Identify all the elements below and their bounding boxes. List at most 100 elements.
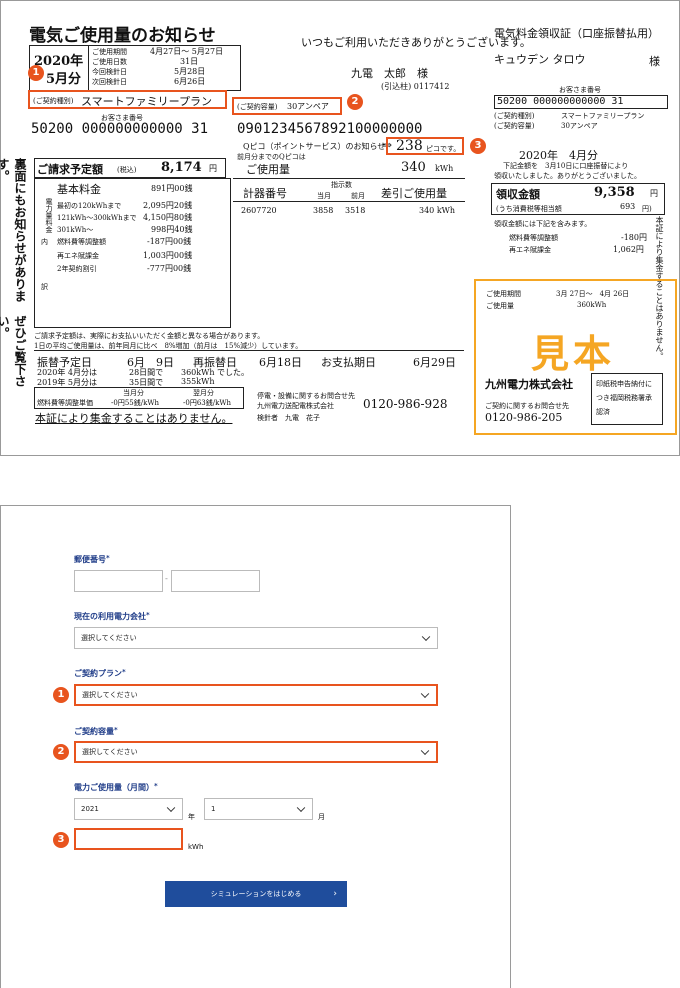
meter-header: 計器番号 — [243, 187, 287, 200]
receipt-custno-label: お客さま番号 — [559, 86, 601, 94]
receipt-renew: 1,062円 — [613, 245, 644, 254]
postal-code-second-input[interactable] — [171, 570, 260, 592]
customer-name: 九電 太郎 様 — [351, 67, 428, 80]
plan-label: ご契約プラン* — [74, 668, 126, 678]
breakdown-value: 2,095円20銭 — [143, 201, 193, 210]
receipt-cap: 30アンペア — [561, 122, 598, 130]
period-label: ご使用期間 — [92, 48, 127, 56]
fuel-table: 当月分 翌月分 燃料費等調整単価 -0円55銭/kWh -0円63銭/kWh — [34, 387, 244, 409]
bill-image: 電気ご使用量のお知らせ いつもご利用いただきありがとうございます。 2020年 … — [0, 0, 680, 456]
breakdown-label: 301kWh～ — [57, 226, 94, 234]
meter-header: 前月 — [351, 192, 365, 200]
breakdown-value: -777円00銭 — [147, 264, 192, 273]
meter-header: 差引ご使用量 — [381, 187, 447, 200]
chevron-down-icon — [420, 689, 430, 699]
retransfer-value: 6月18日 — [259, 356, 302, 369]
receipt-note: 領収金額には下記を含みます。 — [494, 220, 592, 228]
breakdown-side: 訳 — [41, 283, 48, 291]
postal-label: 郵便番号* — [74, 554, 110, 564]
fuel-header: 当月分 — [123, 389, 144, 397]
receipt-tax: 693 — [620, 202, 636, 211]
note-1: ご請求予定額は、実際にお支払いいただく金額と異なる場合があります。 — [34, 332, 265, 340]
plan-label: (ご契約種別) — [33, 97, 74, 105]
meter-value: 3858 — [313, 206, 334, 215]
period-label: 次回検針日 — [92, 78, 127, 86]
receipt-amount: 9,358 — [594, 185, 635, 200]
receipt-tax-unit: 円) — [642, 205, 652, 213]
breakdown-side: 内 — [41, 238, 48, 246]
meter-header: 当月 — [317, 192, 331, 200]
receipt-fuel: -180円 — [621, 233, 647, 242]
receipt-contact: ご契約に関するお問合せ先 — [485, 402, 569, 410]
due-value: 6月29日 — [413, 356, 456, 369]
receipt-usage: 360kWh — [577, 301, 607, 309]
receipt-fuel-label: 燃料費等調整額 — [509, 234, 558, 242]
badge-2: 2 — [53, 744, 69, 760]
usage-label: ご使用量 — [246, 163, 290, 176]
fuel-value: -0円63銭/kWh — [183, 399, 232, 407]
qpico-label: Qピコ（ポイントサービス）のお知らせ — [243, 142, 386, 151]
year-unit: 年 — [188, 813, 195, 821]
receipt-name: キュウデン タロウ — [494, 53, 586, 66]
simulation-form: 郵便番号* - 現在の利用電力会社* 選択してください ご契約プラン* 選択して… — [0, 505, 511, 988]
badge-3: 3 — [53, 832, 69, 848]
capacity-select[interactable]: 選択してください — [74, 741, 438, 763]
year-select[interactable]: 2021 — [74, 798, 183, 820]
breakdown-value: -187円00銭 — [147, 237, 192, 246]
sample-stamp: 見本 — [531, 332, 616, 376]
receipt-amount-label: 領収金額 — [496, 188, 540, 201]
badge-3: 3 — [470, 138, 486, 154]
vertical-notice-2: ぜひご覧下さい。 — [0, 315, 27, 387]
receipt-renew-label: 再エネ賦課金 — [509, 246, 551, 254]
plan-value: スマートファミリープラン — [81, 95, 213, 108]
capacity-label: (ご契約容量) — [237, 103, 278, 111]
plan-select[interactable]: 選択してください — [74, 684, 438, 706]
vertical-notice: 裏面にもお知らせがあります。 — [0, 158, 27, 302]
billing-unit: 円 — [209, 164, 217, 173]
supply-point-number: 0901234567892100000000 — [237, 121, 423, 137]
usage-kwh-input[interactable] — [74, 828, 183, 850]
qpico-value: 238 — [396, 138, 423, 154]
billing-value: 8,174 — [161, 160, 202, 175]
chevron-down-icon — [166, 803, 176, 813]
chevron-down-icon — [296, 803, 306, 813]
breakdown-value: 998円40銭 — [151, 225, 193, 234]
meter-value: 2607720 — [241, 206, 277, 215]
fuel-label: 燃料費等調整単価 — [37, 399, 93, 407]
receipt-title: 電気料金領収証（口座振替払用） — [494, 27, 659, 40]
billing-tax: (税込) — [117, 166, 137, 174]
fuel-value: -0円55銭/kWh — [111, 399, 160, 407]
period-value: 6月26日 — [174, 77, 206, 86]
receipt-tax-label: (うち消費税等相当額 — [496, 205, 562, 213]
month-select[interactable]: 1 — [204, 798, 313, 820]
badge-1: 1 — [53, 687, 69, 703]
usage-unit: kWh — [435, 164, 454, 173]
receipt-custno: 50200 000000000000 31 — [494, 95, 668, 109]
month-unit: 月 — [318, 813, 325, 821]
bill-title: 電気ご使用量のお知らせ — [29, 26, 216, 46]
year-select-value: 2021 — [81, 805, 99, 813]
capacity-label: ご契約容量* — [74, 726, 118, 736]
capacity-value: 30アンペア — [287, 102, 329, 111]
start-simulation-label: シミュレーションをはじめる — [210, 890, 302, 898]
receipt-company: 九州電力株式会社 — [485, 378, 573, 391]
due-label: お支払期日 — [321, 356, 376, 369]
provider-select[interactable]: 選択してください — [74, 627, 438, 649]
receipt-amount-unit: 円 — [650, 189, 658, 198]
postal-separator: - — [165, 574, 168, 583]
breakdown-label: 燃料費等調整額 — [57, 238, 106, 246]
bill-footer: 本証により集金することはありません。 — [35, 412, 233, 425]
breakdown-value: 4,150円80銭 — [143, 213, 193, 222]
period-label: ご使用日数 — [92, 58, 127, 66]
inspector: 検針者 九電 花子 — [257, 414, 320, 422]
meter-value: 3518 — [345, 206, 366, 215]
breakdown-value: 891円00銭 — [151, 184, 193, 193]
breakdown-label: 2年契約割引 — [57, 265, 97, 273]
period-label: 今回検針日 — [92, 68, 127, 76]
badge-2: 2 — [347, 94, 363, 110]
start-simulation-button[interactable]: シミュレーションをはじめる › — [165, 881, 347, 907]
postal-code-first-input[interactable] — [74, 570, 163, 592]
bill-month: 5月分 — [46, 72, 82, 87]
meter-header: 指示数 — [331, 181, 352, 189]
qpico-unit: ピコです。 — [426, 145, 461, 153]
